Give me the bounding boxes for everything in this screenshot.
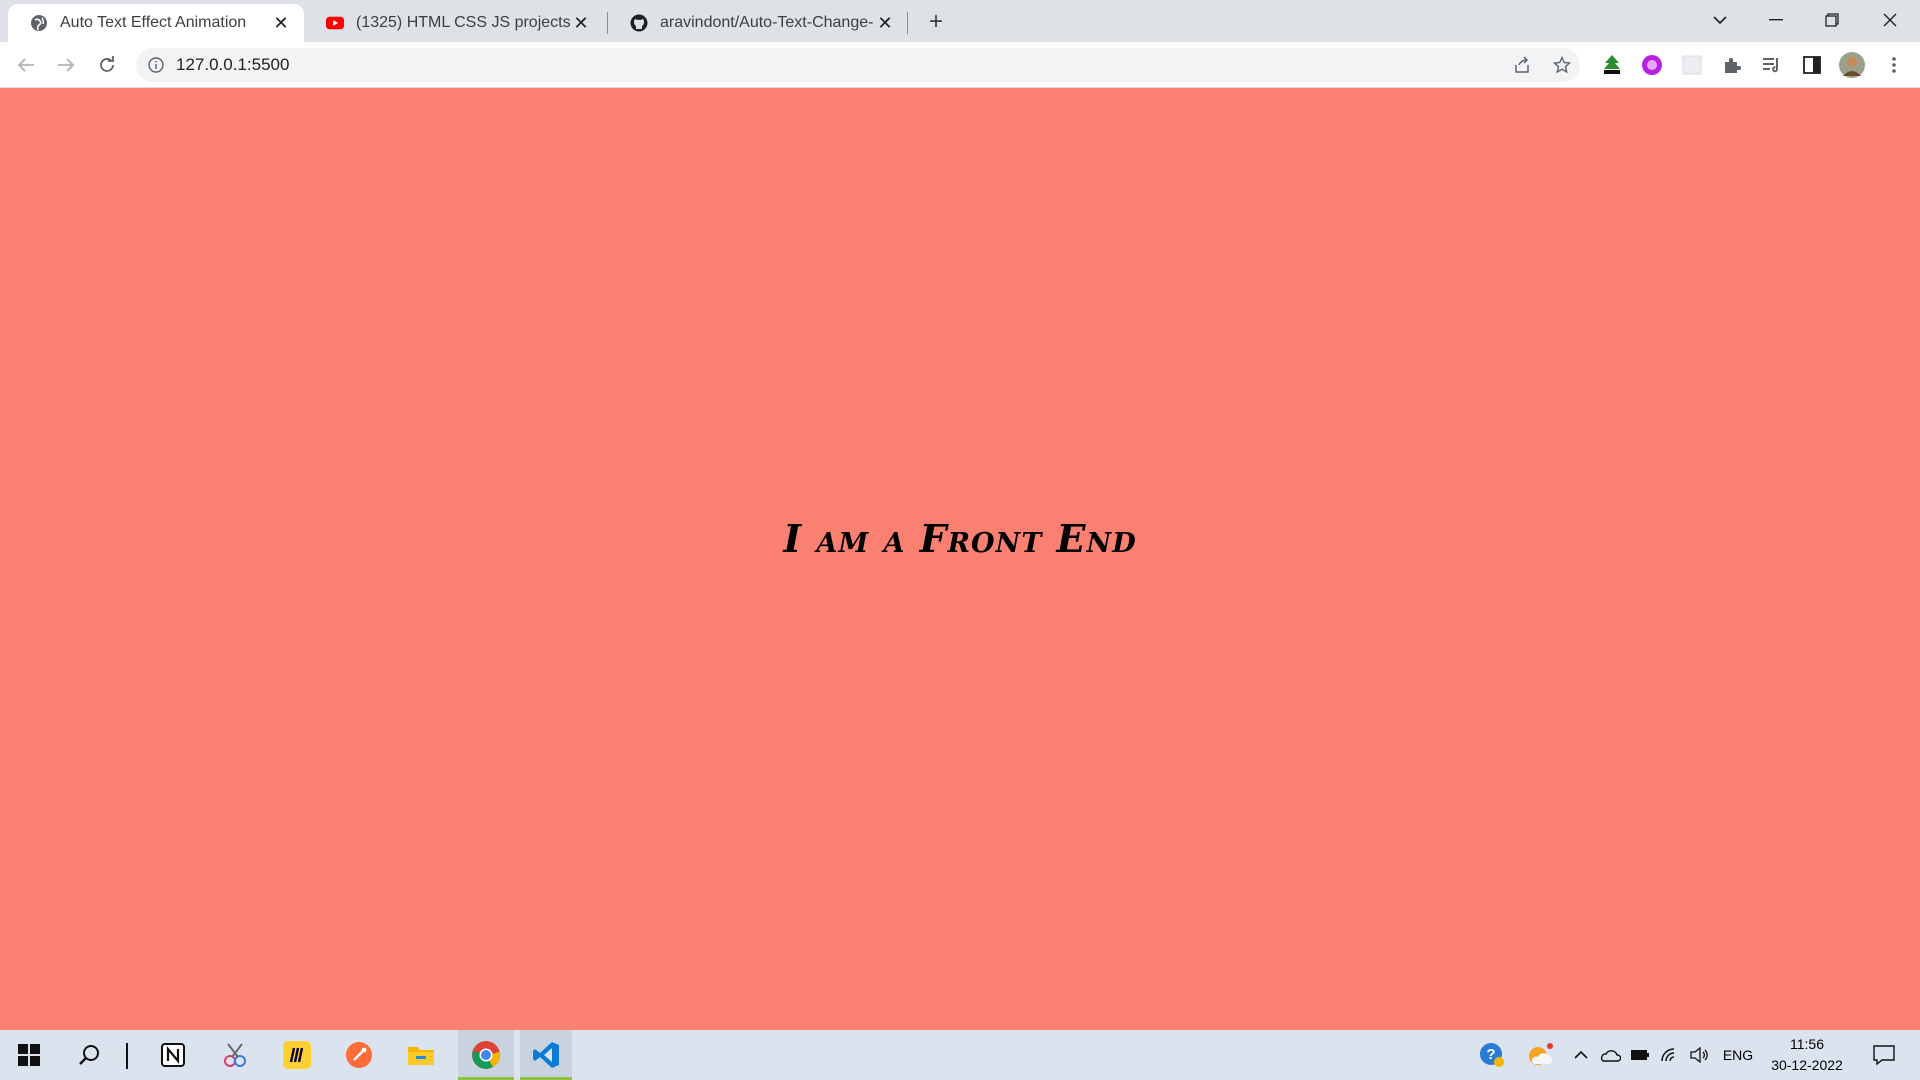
animated-headline: I am a Front End: [783, 515, 1137, 561]
github-icon: [630, 14, 648, 32]
volume-icon[interactable]: [1686, 1030, 1714, 1080]
weather-icon[interactable]: [1520, 1030, 1560, 1080]
forward-button[interactable]: [50, 49, 82, 81]
bookmark-button[interactable]: [1545, 48, 1579, 82]
close-icon[interactable]: ✕: [270, 12, 292, 34]
clock-time: 11:56: [1790, 1036, 1824, 1052]
wifi-icon[interactable]: [1656, 1030, 1684, 1080]
chevron-up-icon[interactable]: [1568, 1030, 1594, 1080]
restore-button[interactable]: [1804, 0, 1860, 40]
tab-title: (1325) HTML CSS JS projects (Beg: [356, 14, 570, 31]
share-icon: [1515, 56, 1529, 73]
arrow-left-icon: [17, 58, 34, 72]
kebab-icon: [1892, 57, 1896, 73]
share-button[interactable]: [1505, 48, 1539, 82]
system-clock[interactable]: 11:56 30-12-2022: [1762, 1034, 1852, 1076]
search-icon[interactable]: [64, 1030, 114, 1080]
purple-extension-icon[interactable]: [1638, 51, 1666, 79]
reload-icon: [100, 56, 114, 72]
close-icon[interactable]: ✕: [570, 12, 592, 34]
tab-auto-text-effect[interactable]: Auto Text Effect Animation ✕: [8, 4, 304, 42]
restore-icon: [1825, 13, 1839, 27]
postman-icon[interactable]: [334, 1030, 384, 1080]
chrome-icon[interactable]: [458, 1030, 514, 1080]
close-icon: [1883, 13, 1897, 27]
side-panel-icon[interactable]: [1798, 51, 1826, 79]
info-icon[interactable]: [148, 57, 164, 73]
globe-icon: [31, 15, 47, 31]
tab-search-button[interactable]: [1692, 0, 1748, 40]
help-icon[interactable]: ?: [1472, 1030, 1512, 1080]
html-extension-icon[interactable]: [1598, 51, 1626, 79]
reload-button[interactable]: [91, 49, 123, 81]
snip-sketch-icon[interactable]: [210, 1030, 260, 1080]
new-tab-button[interactable]: +: [922, 8, 950, 36]
tab-strip: Auto Text Effect Animation ✕ (1325) HTML…: [0, 0, 1920, 42]
minimize-button[interactable]: [1748, 0, 1804, 40]
chevron-down-icon: [1713, 16, 1727, 25]
close-window-button[interactable]: [1862, 0, 1918, 40]
puzzle-icon[interactable]: [1718, 51, 1746, 79]
windows-start-icon[interactable]: [4, 1030, 54, 1080]
notion-icon[interactable]: [148, 1030, 198, 1080]
page-viewport: I am a Front End: [0, 88, 1920, 1030]
media-control-icon[interactable]: [1758, 51, 1786, 79]
task-view-divider: [126, 1043, 128, 1069]
onedrive-icon[interactable]: [1596, 1030, 1624, 1080]
tab-title: aravindont/Auto-Text-Change-An: [660, 14, 874, 31]
tab-youtube[interactable]: (1325) HTML CSS JS projects (Beg ✕: [304, 4, 604, 42]
tab-github[interactable]: aravindont/Auto-Text-Change-An ✕: [608, 4, 908, 42]
avatar[interactable]: [1838, 51, 1866, 79]
language-indicator[interactable]: ENG: [1718, 1030, 1758, 1080]
clock-date: 30-12-2022: [1771, 1057, 1843, 1073]
battery-icon[interactable]: [1626, 1030, 1654, 1080]
back-button[interactable]: [10, 49, 42, 81]
youtube-icon: [326, 16, 344, 30]
svg-text:?: ?: [1486, 1046, 1495, 1063]
vscode-icon[interactable]: [520, 1030, 572, 1080]
file-explorer-icon[interactable]: [396, 1030, 446, 1080]
arrow-right-icon: [58, 58, 75, 72]
address-bar[interactable]: 127.0.0.1:5500: [136, 48, 1580, 82]
more-menu-button[interactable]: [1880, 51, 1908, 79]
browser-toolbar: 127.0.0.1:5500: [0, 42, 1920, 88]
tab-separator: [907, 12, 908, 34]
notification-icon[interactable]: [1864, 1030, 1904, 1080]
close-icon[interactable]: ✕: [874, 12, 896, 34]
minimize-icon: [1769, 19, 1783, 21]
miro-icon[interactable]: [272, 1030, 322, 1080]
url-text[interactable]: 127.0.0.1:5500: [176, 55, 289, 75]
star-icon: [1553, 56, 1571, 74]
blank-extension-icon[interactable]: [1678, 51, 1706, 79]
windows-taskbar: ? ENG 11:56 30-12-2022: [0, 1030, 1920, 1080]
tab-title: Auto Text Effect Animation: [60, 14, 247, 31]
